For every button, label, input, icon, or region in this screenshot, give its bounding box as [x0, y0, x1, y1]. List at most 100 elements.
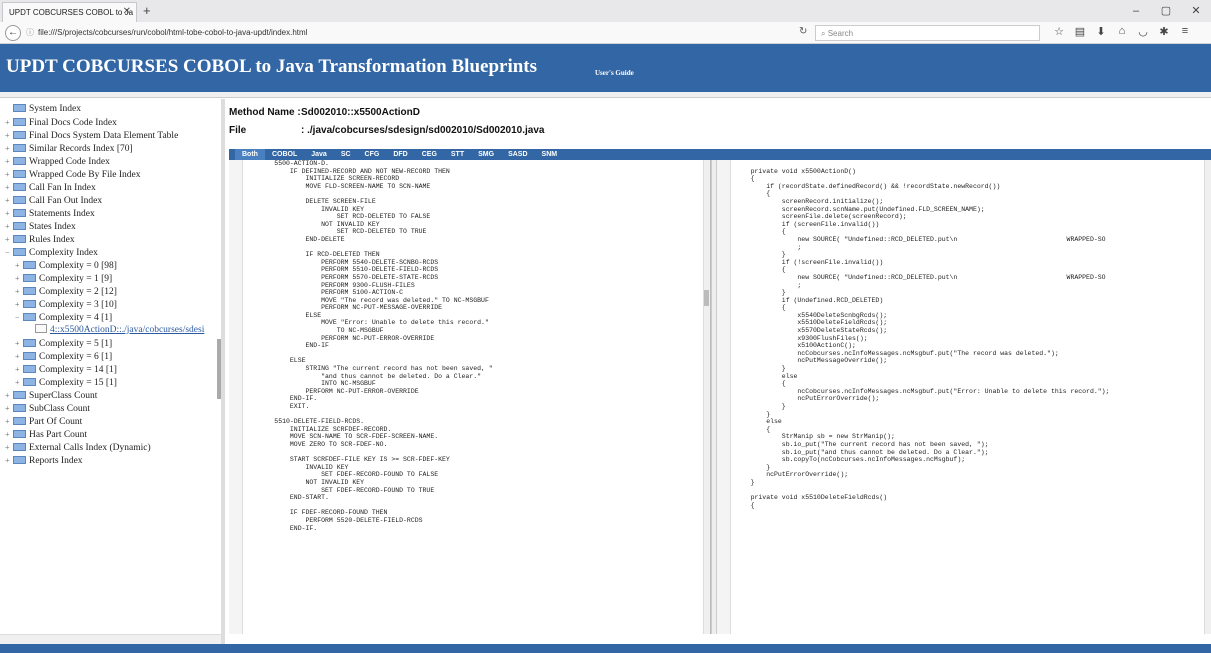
tab-snm[interactable]: SNM	[535, 149, 565, 160]
tree-item[interactable]: + Similar Records Index [70]	[5, 142, 221, 155]
tab-ceg[interactable]: CEG	[415, 149, 444, 160]
tree-item[interactable]: + Complexity = 3 [10]	[5, 298, 221, 311]
tree-item[interactable]: + SuperClass Count	[5, 389, 221, 402]
code-line: new SOURCE( "Undefined::RCD_DELETED.put\…	[735, 273, 1106, 281]
close-window-icon[interactable]: ✕	[1181, 0, 1211, 22]
tree-item[interactable]: + Complexity = 5 [1]	[5, 337, 221, 350]
tab-java[interactable]: Java	[304, 149, 334, 160]
expand-icon[interactable]: +	[15, 363, 23, 376]
expand-icon[interactable]: +	[5, 168, 13, 181]
address-bar[interactable]: ⓘ file:///S/projects/cobcurses/run/cobol/…	[26, 27, 307, 38]
tab-both[interactable]: Both	[235, 149, 265, 160]
expand-icon[interactable]: +	[5, 194, 13, 207]
tree-item[interactable]: System Index	[5, 103, 221, 116]
cobol-pane: 5500-ACTION-D. IF DEFINED-RECORD AND NOT…	[229, 160, 711, 634]
tree-item[interactable]: + Has Part Count	[5, 428, 221, 441]
expand-icon[interactable]: +	[5, 220, 13, 233]
tree-item[interactable]: + Call Fan In Index	[5, 181, 221, 194]
pocket-icon[interactable]: ◡	[1136, 25, 1150, 38]
tree-item[interactable]: + Wrapped Code By File Index	[5, 168, 221, 181]
tree-item[interactable]: + SubClass Count	[5, 402, 221, 415]
tab-smg[interactable]: SMG	[471, 149, 501, 160]
expand-icon[interactable]: +	[5, 441, 13, 454]
code-line: INVALID KEY	[247, 205, 365, 213]
tree-item[interactable]: + Complexity = 0 [98]	[5, 259, 221, 272]
expand-icon[interactable]: +	[15, 259, 23, 272]
tree-item[interactable]: + States Index	[5, 220, 221, 233]
expand-icon[interactable]: +	[5, 155, 13, 168]
expand-icon[interactable]: +	[5, 454, 13, 467]
expand-icon[interactable]: +	[15, 337, 23, 350]
reading-list-icon[interactable]: ▤	[1073, 25, 1087, 38]
sidebar-horizontal-scrollbar[interactable]	[0, 634, 221, 644]
expand-icon[interactable]: +	[5, 389, 13, 402]
downloads-icon[interactable]: ⬇	[1094, 25, 1108, 38]
folder-icon	[13, 131, 26, 139]
tree-item[interactable]: + Final Docs System Data Element Table	[5, 129, 221, 142]
tree-item[interactable]: + Reports Index	[5, 454, 221, 467]
new-tab-icon[interactable]: +	[143, 3, 151, 18]
close-tab-icon[interactable]: ✕	[123, 6, 131, 17]
tree-item[interactable]: + Final Docs Code Index	[5, 116, 221, 129]
code-line: {	[735, 304, 786, 312]
expand-icon[interactable]: +	[15, 272, 23, 285]
tree-item[interactable]: + Part Of Count	[5, 415, 221, 428]
tree-item[interactable]: 4::x5500ActionD::./java/cobcurses/sdesi	[5, 324, 221, 337]
tree-item[interactable]: + Rules Index	[5, 233, 221, 246]
bookmark-star-icon[interactable]: ☆	[1052, 25, 1066, 38]
tree-item[interactable]: + Wrapped Code Index	[5, 155, 221, 168]
tab-stt[interactable]: STT	[444, 149, 471, 160]
tree-item[interactable]: − Complexity = 4 [1]	[5, 311, 221, 324]
tree-item[interactable]: + Complexity = 15 [1]	[5, 376, 221, 389]
expand-icon[interactable]: +	[5, 233, 13, 246]
tab-sasd[interactable]: SASD	[501, 149, 534, 160]
tree-item[interactable]: + Call Fan Out Index	[5, 194, 221, 207]
users-guide-link[interactable]: User's Guide	[595, 69, 634, 77]
cobol-scrollbar[interactable]	[703, 160, 710, 634]
maximize-icon[interactable]: ▢	[1151, 0, 1181, 22]
expand-icon[interactable]: +	[5, 207, 13, 220]
view-tabs: Both COBOL Java SC CFG DFD CEG STT SMG SASD SNM	[229, 149, 1211, 160]
java-scrollbar[interactable]	[1204, 160, 1211, 634]
tab-dfd[interactable]: DFD	[386, 149, 414, 160]
tab-cobol[interactable]: COBOL	[265, 149, 304, 160]
expand-icon[interactable]: +	[5, 415, 13, 428]
menu-icon[interactable]: ≡	[1178, 25, 1192, 38]
back-icon[interactable]: ←	[5, 25, 21, 41]
collapse-icon[interactable]: −	[5, 246, 13, 259]
expand-icon[interactable]: +	[15, 350, 23, 363]
home-icon[interactable]: ⌂	[1115, 25, 1129, 38]
tree-item[interactable]: + Complexity = 2 [12]	[5, 285, 221, 298]
expand-icon[interactable]: +	[5, 181, 13, 194]
tab-cfg[interactable]: CFG	[358, 149, 387, 160]
expand-icon[interactable]: +	[5, 129, 13, 142]
sidebar-scroll-thumb[interactable]	[217, 339, 221, 399]
cobol-scroll-thumb[interactable]	[704, 290, 709, 306]
tree-item[interactable]: − Complexity Index	[5, 246, 221, 259]
tab-sc[interactable]: SC	[334, 149, 358, 160]
tree-item[interactable]: + External Calls Index (Dynamic)	[5, 441, 221, 454]
tree-item[interactable]: + Complexity = 6 [1]	[5, 350, 221, 363]
collapse-icon[interactable]: −	[15, 311, 23, 324]
code-line: screenRecord.initialize();	[735, 197, 884, 205]
tree-item[interactable]: + Complexity = 14 [1]	[5, 363, 221, 376]
horizontal-splitter[interactable]	[0, 92, 1211, 98]
expand-icon[interactable]: +	[5, 116, 13, 129]
code-line: screenRecord.scnName.put(Undefined.FLD_S…	[735, 205, 985, 213]
minimize-icon[interactable]: –	[1121, 0, 1151, 22]
code-line: {	[735, 228, 786, 236]
tree-item[interactable]: + Statements Index	[5, 207, 221, 220]
expand-icon[interactable]: +	[5, 402, 13, 415]
tree-item[interactable]: + Complexity = 1 [9]	[5, 272, 221, 285]
window-controls: – ▢ ✕	[1121, 0, 1211, 22]
expand-icon[interactable]: +	[15, 285, 23, 298]
expand-icon[interactable]: +	[15, 298, 23, 311]
reload-icon[interactable]: ↻	[799, 26, 807, 37]
expand-icon[interactable]: +	[5, 428, 13, 441]
search-input[interactable]: ⌕ Search	[815, 25, 1040, 41]
expand-icon[interactable]: +	[15, 376, 23, 389]
extension-icon[interactable]: ✱	[1157, 25, 1171, 38]
browser-tab[interactable]: UPDT COBCURSES COBOL to Ja ✕	[2, 2, 137, 22]
expand-icon[interactable]: +	[5, 142, 13, 155]
info-icon[interactable]: ⓘ	[26, 28, 34, 37]
